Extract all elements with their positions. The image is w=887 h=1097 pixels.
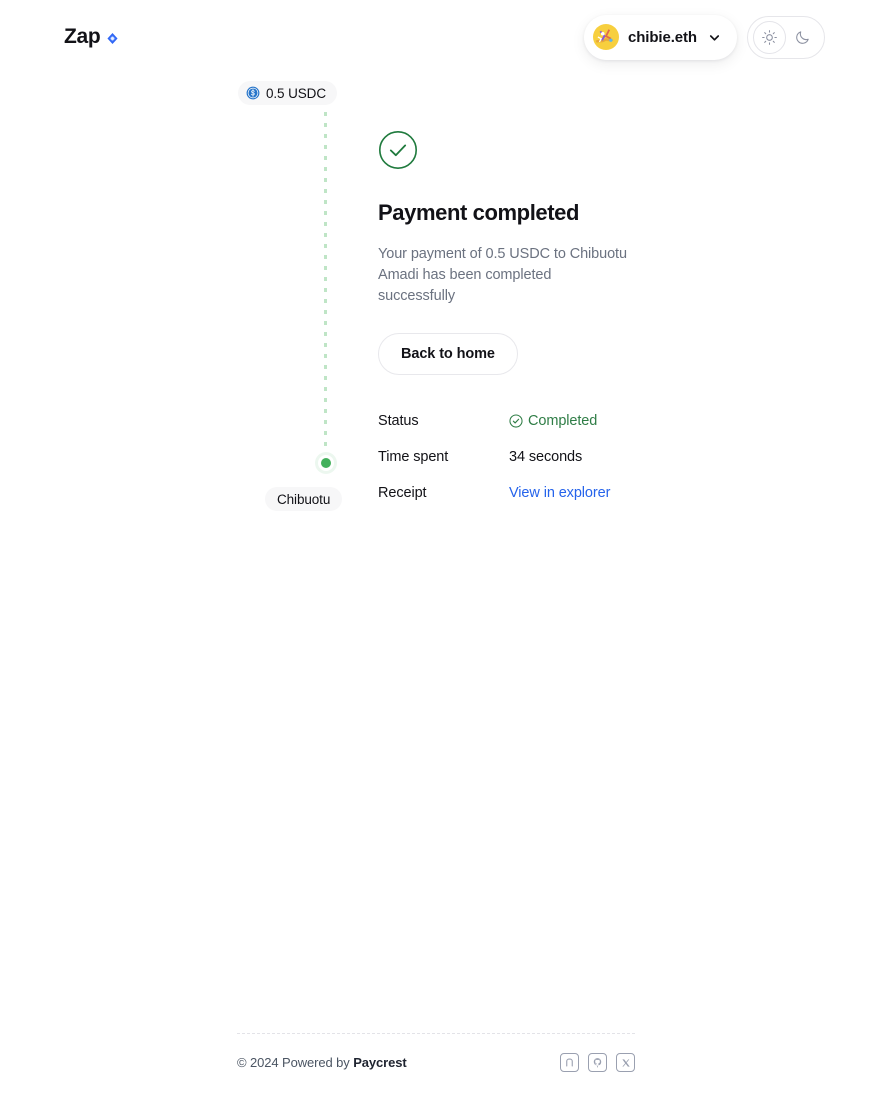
- detail-row-receipt: Receipt View in explorer: [378, 475, 638, 511]
- timeline-token-pill: 0.5 USDC: [238, 81, 337, 105]
- blue-diamond-icon: [106, 32, 119, 45]
- check-circle-icon: [378, 130, 418, 170]
- detail-label: Receipt: [378, 485, 427, 501]
- detail-value: Completed: [528, 413, 598, 429]
- detail-value: 34 seconds: [509, 449, 583, 465]
- copyright-brand: Paycrest: [353, 1055, 407, 1070]
- app-root: Zap chibie.eth 0.5 USDC Chibuotu Payment…: [0, 0, 887, 1097]
- brand-logo[interactable]: Zap: [64, 25, 119, 49]
- check-circle-small-icon: [509, 414, 523, 428]
- detail-label: Time spent: [378, 449, 449, 465]
- x-twitter-icon[interactable]: [616, 1053, 635, 1072]
- detail-row-time-spent: Time spent 34 seconds: [378, 439, 638, 475]
- payment-result-panel: Payment completed Your payment of 0.5 US…: [378, 130, 678, 511]
- usdc-icon: [246, 86, 260, 100]
- sun-icon[interactable]: [753, 20, 786, 54]
- timeline-recipient-label: Chibuotu: [277, 491, 331, 507]
- theme-toggle[interactable]: [747, 15, 825, 59]
- github-icon[interactable]: [588, 1053, 607, 1072]
- social-links: [560, 1053, 635, 1072]
- header-actions: chibie.eth: [583, 14, 825, 60]
- copyright-text: © 2024 Powered by Paycrest: [237, 1055, 407, 1070]
- app-header: Zap chibie.eth: [0, 0, 887, 74]
- view-in-explorer-link[interactable]: View in explorer: [509, 485, 610, 501]
- wallet-avatar: [592, 24, 619, 50]
- payment-timeline: 0.5 USDC Chibuotu: [0, 0, 360, 600]
- moon-icon[interactable]: [786, 21, 819, 54]
- wallet-address-label: chibie.eth: [627, 28, 697, 46]
- timeline-connector: [324, 112, 327, 452]
- detail-row-status: Status Completed: [378, 403, 638, 439]
- page-title: Payment completed: [378, 200, 580, 225]
- back-to-home-button[interactable]: Back to home: [378, 333, 518, 375]
- status-badge: Completed: [509, 413, 597, 429]
- chevron-down-icon[interactable]: [707, 30, 722, 45]
- paycrest-icon[interactable]: [560, 1053, 579, 1072]
- app-footer: © 2024 Powered by Paycrest: [237, 1033, 635, 1072]
- timeline-token-amount: 0.5 USDC: [266, 85, 326, 101]
- brand-name: Zap: [64, 25, 101, 48]
- payment-details-list: Status Completed Time spent 34 seconds R: [378, 403, 638, 511]
- page-subtitle: Your payment of 0.5 USDC to Chibuotu Ama…: [378, 246, 627, 304]
- wallet-button[interactable]: chibie.eth: [583, 14, 737, 60]
- timeline-node: [318, 455, 334, 471]
- copyright-prefix: © 2024 Powered by: [237, 1055, 354, 1070]
- detail-label: Status: [378, 413, 419, 429]
- timeline-recipient-pill: Chibuotu: [265, 487, 343, 511]
